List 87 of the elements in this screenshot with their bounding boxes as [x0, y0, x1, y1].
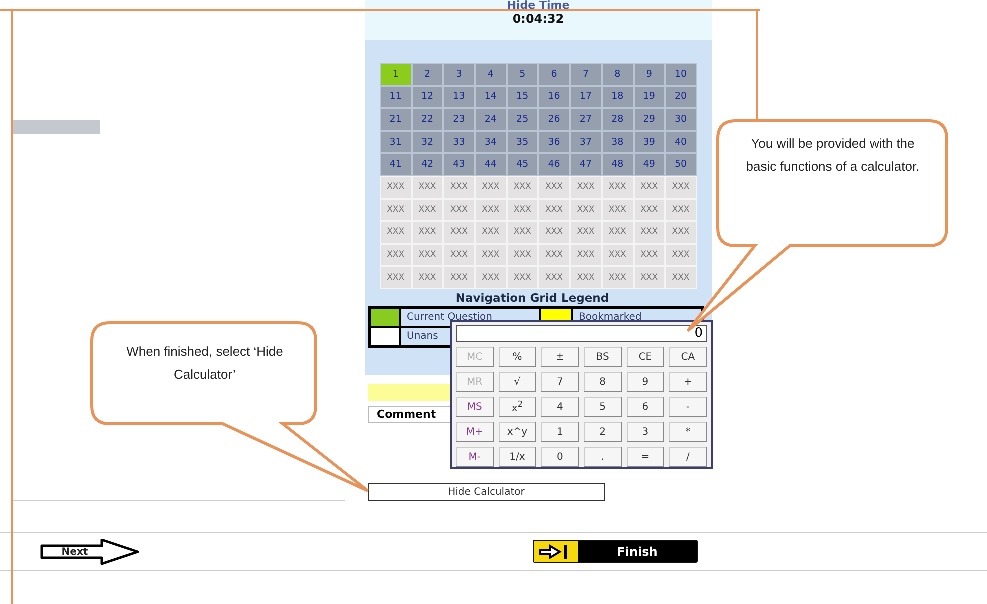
question-cell[interactable]: 23 [443, 108, 476, 131]
question-cell[interactable]: 21 [380, 108, 412, 131]
question-cell[interactable]: 37 [570, 130, 602, 154]
question-cell[interactable]: 43 [443, 153, 476, 176]
question-cell[interactable]: 10 [665, 63, 697, 86]
question-cell[interactable]: 48 [602, 153, 634, 176]
question-cell[interactable]: 8 [602, 63, 634, 86]
question-cell[interactable]: 30 [665, 108, 697, 131]
calculator-key[interactable]: x^y [498, 422, 536, 442]
calculator-key[interactable]: MS [456, 397, 494, 417]
calculator-key[interactable]: = [626, 447, 664, 467]
question-cell[interactable]: 25 [506, 108, 538, 131]
question-cell[interactable]: 27 [570, 108, 602, 131]
calculator-key[interactable]: 7 [541, 372, 579, 392]
calculator-key[interactable]: . [584, 447, 622, 467]
question-cell[interactable]: 36 [538, 130, 570, 154]
question-cell[interactable]: 12 [412, 86, 444, 108]
question-cell[interactable]: 5 [506, 63, 538, 86]
calculator-key[interactable]: - [669, 397, 707, 417]
calculator-key[interactable]: CE [626, 347, 664, 367]
calculator-key[interactable]: % [498, 347, 536, 367]
calculator-key[interactable]: BS [584, 347, 622, 367]
question-cell[interactable]: 18 [602, 86, 634, 108]
question-cell[interactable]: 34 [475, 130, 507, 154]
hide-time-link[interactable]: Hide Time [507, 0, 570, 12]
question-cell[interactable]: 42 [412, 153, 444, 176]
calculator-key[interactable]: * [669, 422, 707, 442]
calculator-key[interactable]: 8 [584, 372, 622, 392]
question-cell[interactable]: 45 [506, 153, 538, 176]
calculator-key[interactable]: 1 [541, 422, 579, 442]
question-cell[interactable]: 22 [412, 108, 444, 131]
hide-calculator-button[interactable]: Hide Calculator [368, 483, 605, 501]
callout-text: When finished, select ‘Hide Calculator’ [126, 343, 284, 384]
question-cell[interactable]: 35 [506, 130, 538, 154]
question-cell[interactable]: 3 [443, 63, 476, 86]
calculator-key[interactable]: 3 [626, 422, 664, 442]
calculator-key[interactable]: √ [498, 372, 536, 392]
question-cell[interactable]: 6 [538, 63, 570, 86]
calculator-display: 0 [456, 325, 707, 342]
question-cell[interactable]: 26 [538, 108, 570, 131]
question-cell[interactable]: 16 [538, 86, 570, 108]
question-cell[interactable]: 32 [412, 130, 444, 154]
question-cell[interactable]: 28 [602, 108, 634, 131]
question-cell[interactable]: 46 [538, 153, 570, 176]
question-cell[interactable]: 33 [443, 130, 476, 154]
question-cell[interactable]: 4 [475, 63, 507, 86]
calculator-key[interactable]: CA [669, 347, 707, 367]
calculator-key[interactable]: M- [456, 447, 494, 467]
question-cell[interactable]: 20 [665, 86, 697, 108]
calculator-key[interactable]: + [669, 372, 707, 392]
question-cell[interactable]: 40 [665, 130, 697, 154]
question-cell[interactable]: 1 [380, 63, 412, 86]
question-cell[interactable]: 50 [665, 153, 697, 176]
calculator-key[interactable]: M+ [456, 422, 494, 442]
question-cell[interactable]: 9 [634, 63, 666, 86]
question-cell[interactable]: 14 [475, 86, 507, 108]
question-cell[interactable]: 44 [475, 153, 507, 176]
question-cell[interactable]: 19 [634, 86, 666, 108]
calculator-key[interactable]: / [669, 447, 707, 467]
legend-title: Navigation Grid Legend [454, 290, 610, 305]
calculator-key[interactable]: 6 [626, 397, 664, 417]
calculator-key[interactable]: 9 [626, 372, 664, 392]
question-cell[interactable]: 31 [380, 130, 412, 154]
question-cell[interactable]: 41 [380, 153, 412, 176]
calculator-key[interactable]: 0 [541, 447, 579, 467]
question-cell[interactable]: 38 [602, 130, 634, 154]
callout-text: You will be provided with the basic functions of a calculator. [745, 135, 921, 176]
question-cell[interactable]: 29 [634, 108, 666, 131]
calculator-key[interactable]: 2 [584, 422, 622, 442]
question-cell[interactable]: 13 [443, 86, 476, 108]
calculator-key[interactable]: 1/x [498, 447, 536, 467]
question-cell[interactable]: 24 [475, 108, 507, 131]
question-cell[interactable]: 11 [380, 86, 412, 108]
question-cell[interactable]: 49 [634, 153, 666, 176]
question-cell[interactable]: 15 [506, 86, 538, 108]
question-cell[interactable]: 47 [570, 153, 602, 176]
question-cell[interactable]: 2 [412, 63, 444, 86]
next-button[interactable]: Next [40, 538, 140, 564]
elapsed-time: 0:04:32 [512, 12, 564, 26]
calculator-key[interactable]: 4 [541, 397, 579, 417]
finish-button[interactable]: Finish [533, 540, 698, 563]
question-cell[interactable]: 17 [570, 86, 602, 108]
calculator-key[interactable]: ± [541, 347, 579, 367]
question-cell[interactable]: 7 [570, 63, 602, 86]
calculator-key[interactable]: 5 [584, 397, 622, 417]
calculator-key[interactable]: x$^{2}$ [498, 397, 536, 417]
question-cell[interactable]: 39 [634, 130, 666, 154]
